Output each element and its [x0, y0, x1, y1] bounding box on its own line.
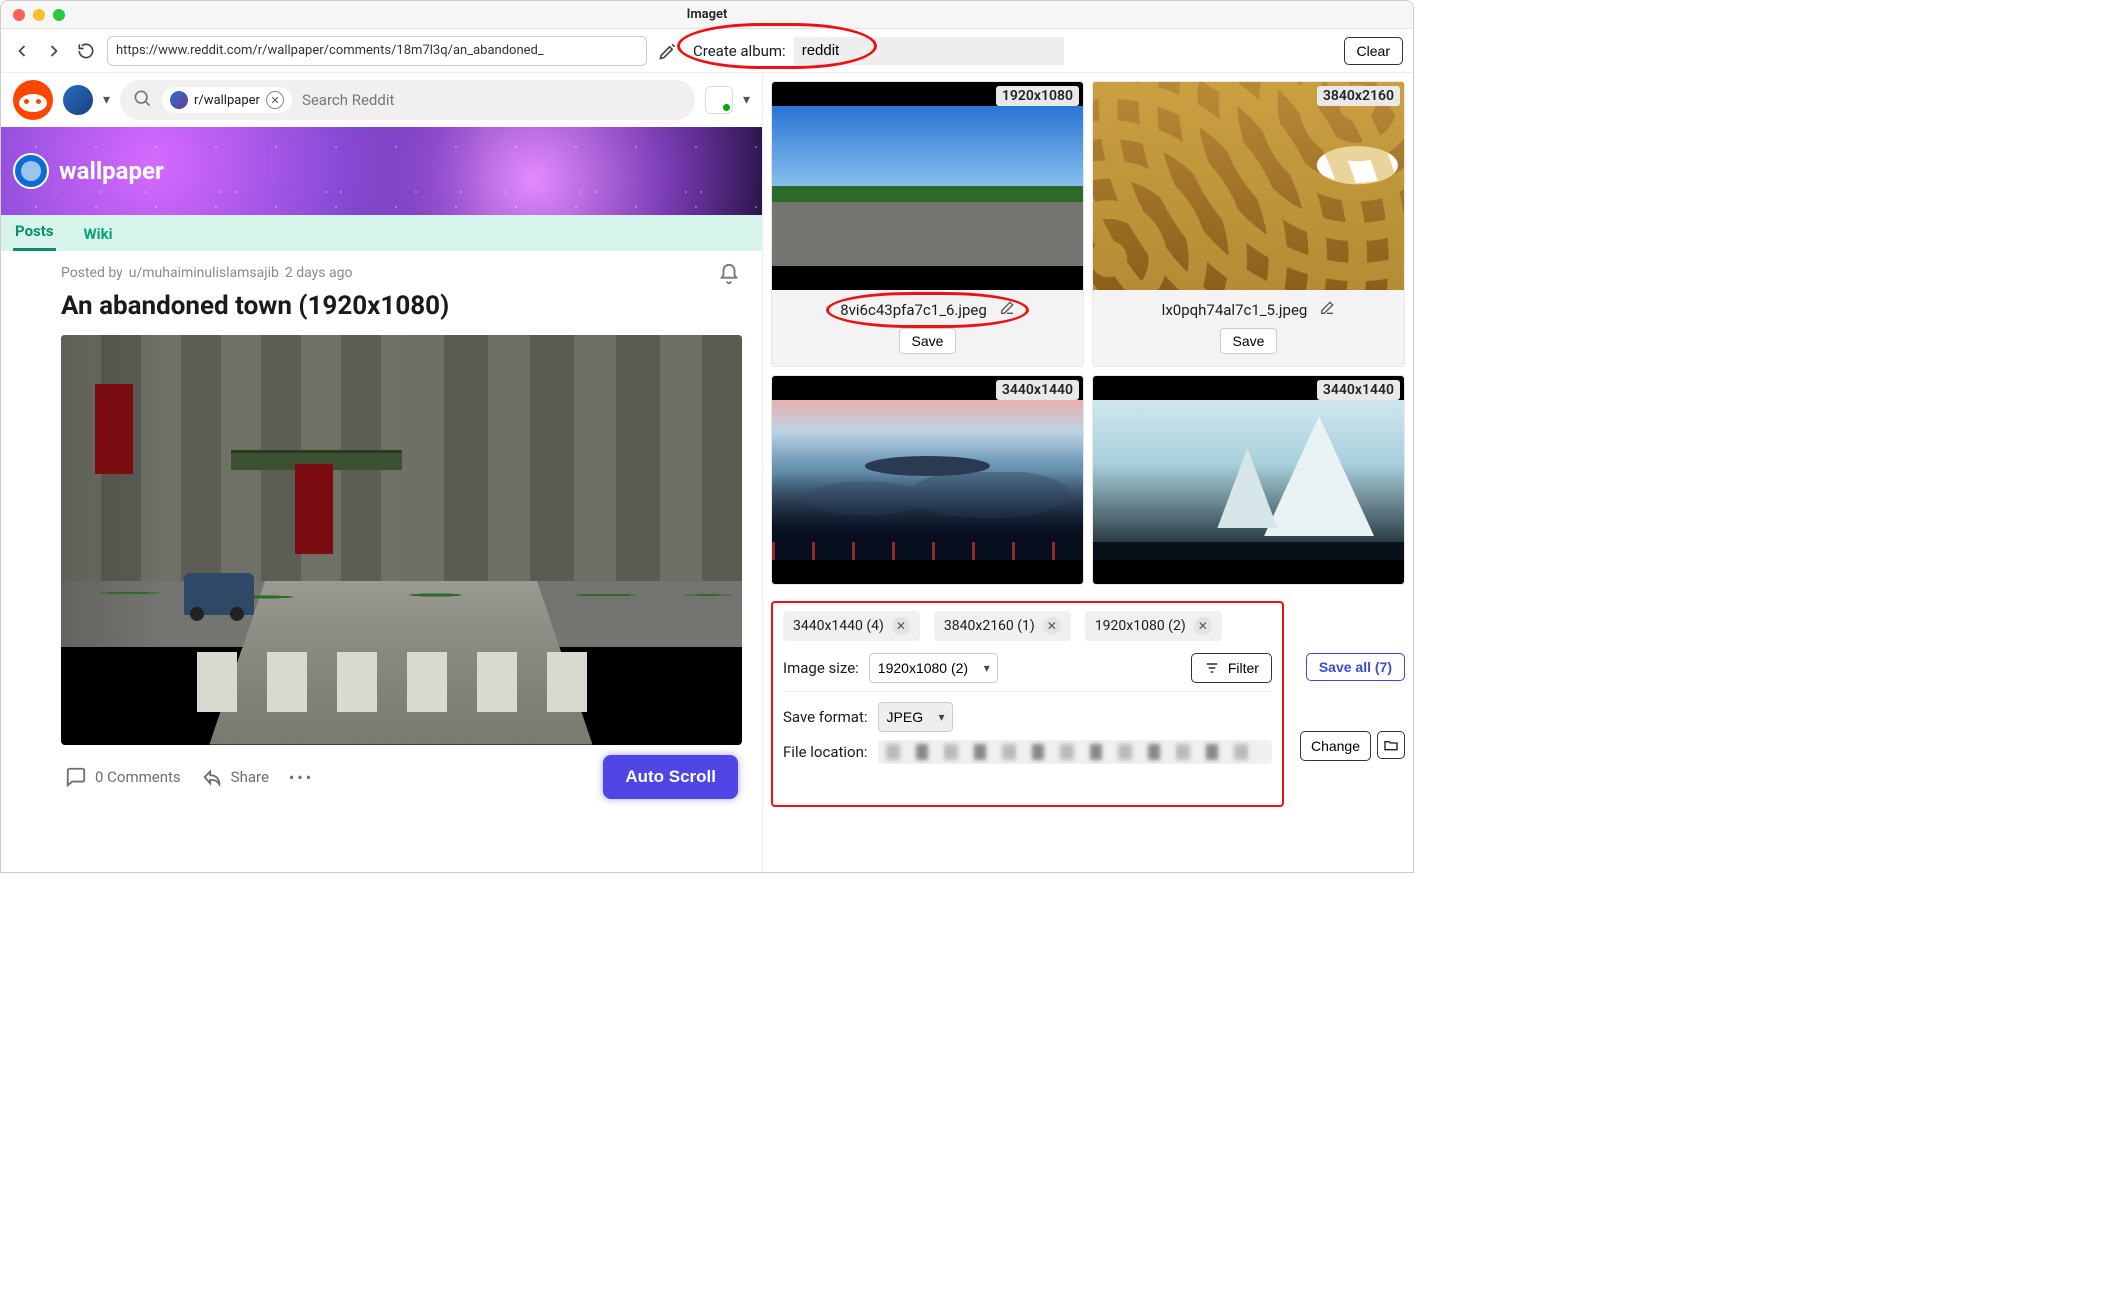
- post: Posted by u/muhaiminulislamsajib 2 days …: [1, 251, 762, 815]
- user-menu-dropdown-icon[interactable]: ▾: [743, 92, 750, 108]
- reddit-logo-icon[interactable]: [13, 80, 53, 120]
- community-dropdown-icon[interactable]: ▾: [103, 92, 110, 108]
- chip-remove-icon[interactable]: ✕: [892, 617, 910, 635]
- post-author[interactable]: u/muhaiminulislamsajib: [129, 265, 279, 281]
- open-folder-icon[interactable]: [1377, 731, 1405, 759]
- more-actions-icon[interactable]: •••: [289, 768, 314, 787]
- rename-icon[interactable]: [999, 300, 1015, 320]
- tab-wiki[interactable]: Wiki: [82, 217, 115, 251]
- thumbnail-image[interactable]: 3440x1440: [772, 376, 1083, 584]
- thumbnail-image[interactable]: 3840x2160: [1093, 82, 1404, 290]
- thumbnail-card: 3440x1440: [771, 375, 1084, 585]
- filter-panel: 3440x1440 (4)✕ 3840x2160 (1)✕ 1920x1080 …: [763, 593, 1413, 780]
- subreddit-avatar-icon: [13, 153, 49, 189]
- create-album-label: Create album:: [693, 42, 786, 60]
- thumbnail-dimensions: 1920x1080: [996, 86, 1079, 106]
- save-all-button[interactable]: Save all (7): [1306, 653, 1405, 681]
- tab-posts[interactable]: Posts: [13, 214, 56, 251]
- clear-button[interactable]: Clear: [1344, 37, 1403, 65]
- auto-scroll-button[interactable]: Auto Scroll: [603, 755, 738, 799]
- image-size-label: Image size:: [783, 659, 859, 677]
- window-titlebar: Imaget: [1, 1, 1413, 29]
- scope-remove-icon[interactable]: ✕: [266, 91, 284, 109]
- reddit-search[interactable]: r/wallpaper ✕ Search Reddit: [120, 80, 695, 120]
- window-title: Imaget: [1, 7, 1413, 22]
- thumbnail-filename: lx0pqh74al7c1_5.jpeg: [1162, 301, 1308, 319]
- back-button[interactable]: [11, 40, 33, 62]
- create-album-input[interactable]: [794, 37, 1064, 65]
- post-actions: 0 Comments Share ••• Auto Scroll: [61, 745, 742, 809]
- imaget-panel: 1920x1080 8vi6c43pfa7c1_6.jpeg Save: [763, 73, 1413, 872]
- thumbnail-image[interactable]: 1920x1080: [772, 82, 1083, 290]
- change-location-button[interactable]: Change: [1300, 731, 1371, 761]
- thumbnail-dimensions: 3440x1440: [1317, 380, 1400, 400]
- post-age: 2 days ago: [285, 265, 353, 281]
- size-chip: 1920x1080 (2)✕: [1085, 611, 1222, 641]
- search-placeholder: Search Reddit: [302, 91, 394, 109]
- thumbnail-card: 1920x1080 8vi6c43pfa7c1_6.jpeg Save: [771, 81, 1084, 367]
- window-minimize-button[interactable]: [33, 9, 45, 21]
- file-location-field[interactable]: [878, 740, 1272, 764]
- thumbnail-image[interactable]: 3440x1440: [1093, 376, 1404, 584]
- embedded-page: ▾ r/wallpaper ✕ Search Reddit ▾: [1, 73, 763, 872]
- advertise-button[interactable]: [705, 86, 733, 114]
- subreddit-tabs: Posts Wiki: [1, 215, 762, 251]
- filter-button[interactable]: Filter: [1191, 653, 1272, 683]
- size-chips: 3440x1440 (4)✕ 3840x2160 (1)✕ 1920x1080 …: [783, 611, 1272, 641]
- scope-label: r/wallpaper: [194, 93, 260, 108]
- post-title: An abandoned town (1920x1080): [61, 291, 742, 321]
- save-format-label: Save format:: [783, 708, 868, 726]
- subreddit-banner: wallpaper: [1, 127, 762, 215]
- picker-icon[interactable]: [657, 40, 679, 62]
- community-icon[interactable]: [63, 85, 93, 115]
- reload-button[interactable]: [75, 40, 97, 62]
- size-chip: 3440x1440 (4)✕: [783, 611, 920, 641]
- window-zoom-button[interactable]: [53, 9, 65, 21]
- chip-remove-icon[interactable]: ✕: [1194, 617, 1212, 635]
- url-bar[interactable]: https://www.reddit.com/r/wallpaper/comme…: [107, 36, 647, 66]
- search-scope-chip: r/wallpaper ✕: [162, 87, 292, 113]
- create-album: Create album:: [693, 37, 1064, 65]
- post-image[interactable]: [61, 335, 742, 745]
- comments-label: 0 Comments: [95, 768, 181, 786]
- file-location-label: File location:: [783, 743, 868, 761]
- browser-toolbar: https://www.reddit.com/r/wallpaper/comme…: [1, 29, 1413, 73]
- size-chip: 3840x2160 (1)✕: [934, 611, 1071, 641]
- thumbnail-dimensions: 3840x2160: [1317, 86, 1400, 106]
- url-text: https://www.reddit.com/r/wallpaper/comme…: [116, 43, 544, 58]
- notify-bell-icon[interactable]: [718, 263, 740, 289]
- subreddit-name: wallpaper: [59, 157, 164, 185]
- thumbnail-dimensions: 3440x1440: [996, 380, 1079, 400]
- thumbnail-filename: 8vi6c43pfa7c1_6.jpeg: [840, 301, 987, 319]
- thumbnail-card: 3840x2160 lx0pqh74al7c1_5.jpeg Save: [1092, 81, 1405, 367]
- thumbnail-card: 3440x1440: [1092, 375, 1405, 585]
- forward-button[interactable]: [43, 40, 65, 62]
- reddit-header: ▾ r/wallpaper ✕ Search Reddit ▾: [1, 73, 762, 127]
- share-label: Share: [231, 768, 269, 786]
- search-icon: [132, 88, 152, 112]
- post-prefix: Posted by: [61, 265, 123, 281]
- rename-icon[interactable]: [1319, 300, 1335, 320]
- save-thumbnail-button[interactable]: Save: [1220, 328, 1278, 354]
- window-close-button[interactable]: [13, 9, 25, 21]
- thumbnail-grid: 1920x1080 8vi6c43pfa7c1_6.jpeg Save: [763, 73, 1413, 593]
- save-format-select[interactable]: JPEG: [878, 702, 953, 732]
- image-size-select[interactable]: 1920x1080 (2): [869, 653, 998, 683]
- filter-button-label: Filter: [1228, 660, 1259, 676]
- share-button[interactable]: Share: [201, 766, 269, 788]
- save-thumbnail-button[interactable]: Save: [899, 328, 957, 354]
- comments-button[interactable]: 0 Comments: [65, 766, 181, 788]
- scope-avatar-icon: [170, 91, 188, 109]
- chip-remove-icon[interactable]: ✕: [1043, 617, 1061, 635]
